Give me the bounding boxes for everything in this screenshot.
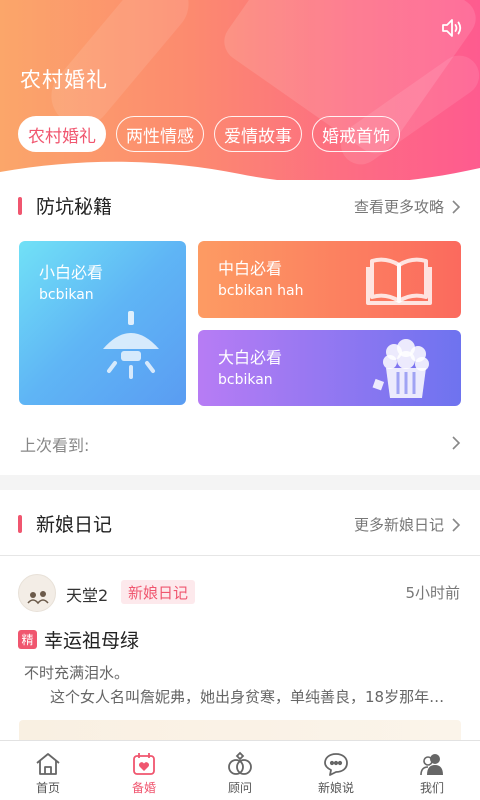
guide-tile-beginner[interactable]: 小白必看 bcbikan: [19, 241, 186, 405]
tile-title: 大白必看: [218, 348, 283, 367]
header-banner: 农村婚礼 农村婚礼 两性情感 爱情故事 婚戒首饰: [0, 0, 480, 185]
featured-badge: 精: [18, 630, 37, 649]
tile-subtitle: bcbikan: [218, 372, 273, 388]
guide-section: 防坑秘籍 查看更多攻略 小白必看 bcbikan 中白必看 bcbikan ha…: [0, 180, 480, 475]
category-tabs: 农村婚礼 两性情感 爱情故事 婚戒首饰: [18, 116, 400, 152]
tab-advisor[interactable]: 顾问: [192, 741, 288, 800]
tab-us[interactable]: 我们: [384, 741, 480, 800]
divider: [0, 555, 480, 556]
chevron-right-icon[interactable]: [450, 518, 462, 532]
username[interactable]: 天堂2: [66, 582, 108, 606]
tab-bride-says[interactable]: 新娘说: [288, 741, 384, 800]
page-title: 农村婚礼: [20, 68, 108, 92]
post-excerpt: 这个女人名叫詹妮弗，她出身贫寒，单纯善良，18岁那年…: [50, 688, 445, 706]
couple-icon: [420, 754, 443, 776]
avatar[interactable]: [18, 574, 56, 612]
lamp-icon: [103, 311, 159, 379]
category-pill[interactable]: 爱情故事: [214, 116, 302, 152]
category-tag: 新娘日记: [121, 580, 196, 604]
tab-label: 顾问: [227, 781, 252, 795]
category-pill[interactable]: 婚戒首饰: [312, 116, 400, 152]
guide-section-header: 防坑秘籍 查看更多攻略: [0, 180, 480, 230]
section-title: 新娘日记: [36, 514, 113, 536]
more-diaries-link[interactable]: 更多新娘日记: [354, 514, 444, 535]
guide-tile-intermediate[interactable]: 中白必看 bcbikan hah: [198, 241, 461, 318]
last-seen-label[interactable]: 上次看到:: [20, 432, 89, 456]
tab-label: 备婚: [131, 781, 156, 795]
more-guides-link[interactable]: 查看更多攻略: [354, 196, 444, 217]
popcorn-icon: [372, 339, 429, 398]
diary-section: 新娘日记 更多新娘日记 天堂2 新娘日记 5小时前 精 幸运祖母绿 不时充满泪水…: [0, 490, 480, 740]
tab-home[interactable]: 首页: [0, 741, 96, 800]
home-icon: [36, 753, 60, 775]
tab-label: 我们: [419, 781, 444, 795]
bottom-tab-bar: 首页 备婚 顾问 新娘说 我们: [0, 740, 480, 800]
chat-bubble-icon: [324, 753, 348, 776]
post-title[interactable]: 幸运祖母绿: [44, 626, 139, 653]
category-pill[interactable]: 两性情感: [116, 116, 204, 152]
tile-subtitle: bcbikan hah: [218, 283, 304, 299]
post-image[interactable]: [19, 720, 461, 740]
category-pill[interactable]: 农村婚礼: [18, 116, 106, 152]
speaker-icon[interactable]: [440, 16, 464, 40]
rings-icon: [228, 751, 252, 775]
diary-section-header: 新娘日记 更多新娘日记: [0, 498, 480, 548]
chevron-right-icon[interactable]: [450, 436, 462, 450]
section-accent-bar: [18, 197, 22, 215]
post-excerpt: 不时充满泪水。: [24, 664, 130, 682]
tile-title: 中白必看: [218, 259, 283, 278]
post-time: 5小时前: [405, 584, 460, 602]
tile-title: 小白必看: [39, 263, 104, 282]
section-title: 防坑秘籍: [36, 196, 113, 218]
tab-wedding-prep[interactable]: 备婚: [96, 741, 192, 800]
tab-label: 首页: [35, 781, 60, 795]
tile-subtitle: bcbikan: [39, 287, 94, 303]
book-icon: [366, 257, 432, 305]
tab-label: 新娘说: [317, 781, 354, 795]
calendar-heart-icon: [133, 753, 155, 775]
section-accent-bar: [18, 515, 22, 533]
chevron-right-icon[interactable]: [450, 200, 462, 214]
guide-tile-advanced[interactable]: 大白必看 bcbikan: [198, 330, 461, 406]
